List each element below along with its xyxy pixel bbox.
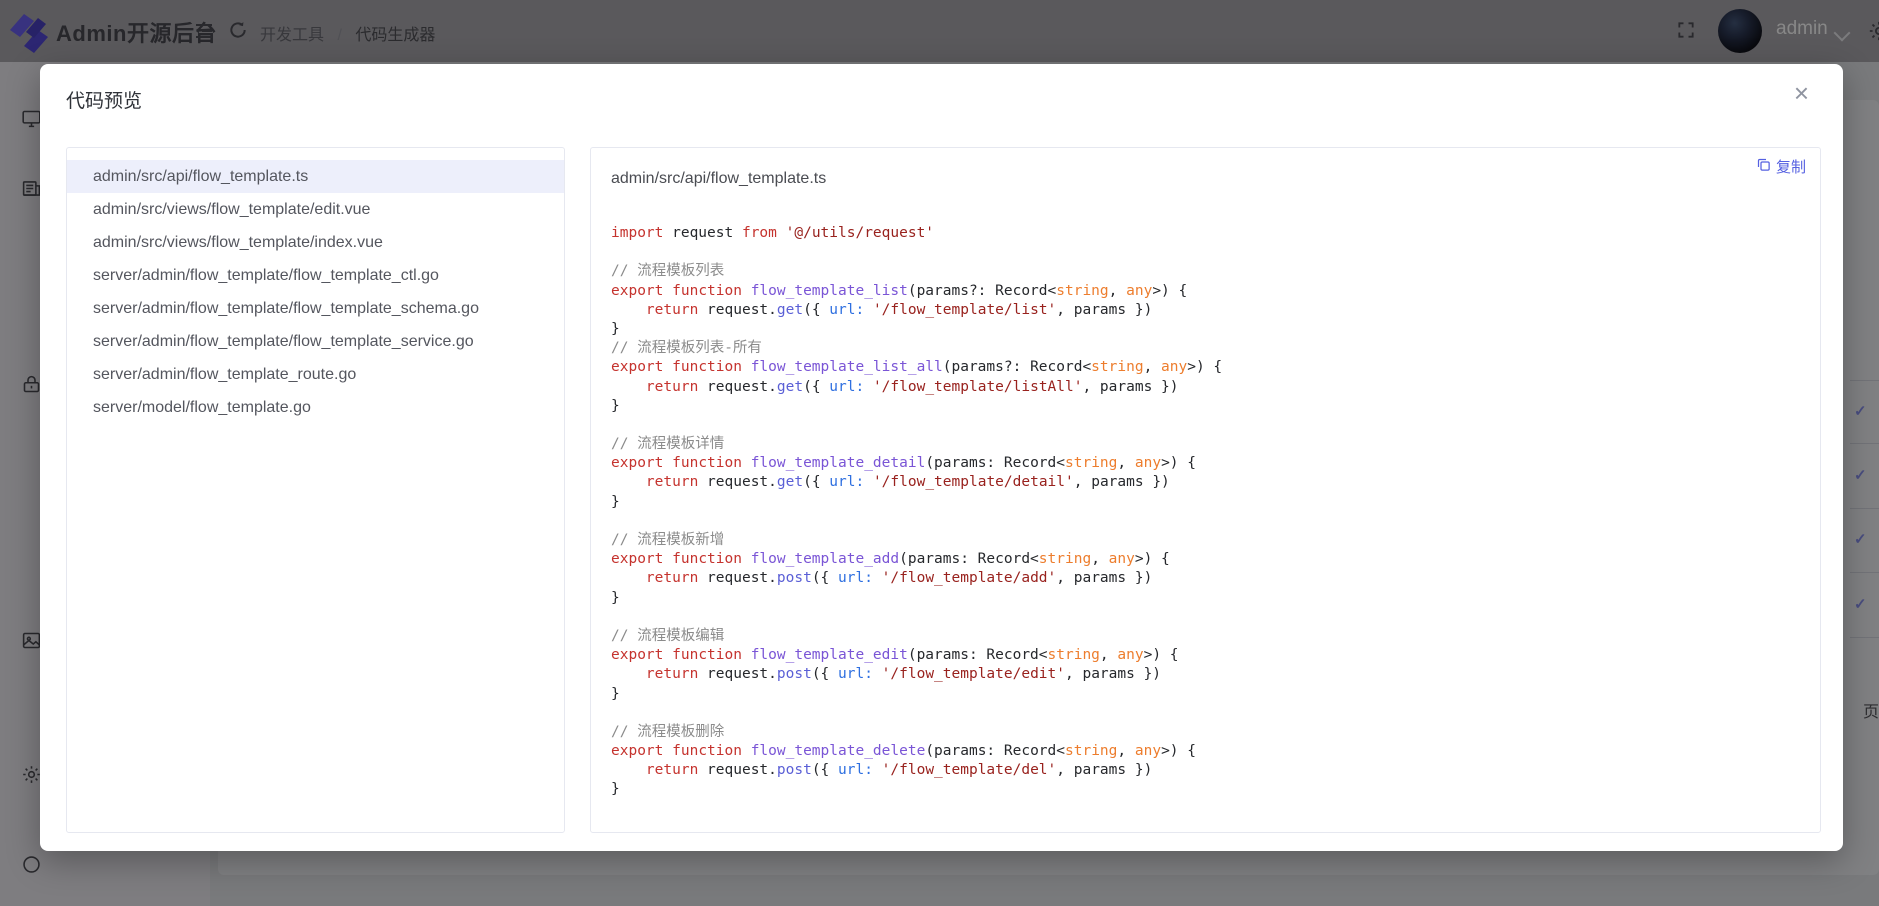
copy-button[interactable]: 复制 — [1756, 156, 1806, 177]
code-line: } — [611, 780, 1812, 799]
code-line: // 流程模板编辑 — [611, 627, 1812, 646]
code-line: // 流程模板删除 — [611, 723, 1812, 742]
file-item[interactable]: server/admin/flow_template/flow_template… — [67, 325, 564, 358]
code-line: export function flow_template_add(params… — [611, 550, 1812, 569]
code-line: export function flow_template_list(param… — [611, 282, 1812, 301]
code-line — [611, 608, 1812, 627]
code-line — [611, 243, 1812, 262]
code-line: return request.post({ url: '/flow_templa… — [611, 569, 1812, 588]
code-line: import request from '@/utils/request' — [611, 224, 1812, 243]
file-item[interactable]: admin/src/views/flow_template/edit.vue — [67, 193, 564, 226]
code-line: return request.post({ url: '/flow_templa… — [611, 761, 1812, 780]
file-list: admin/src/api/flow_template.tsadmin/src/… — [66, 147, 565, 833]
code-line — [611, 416, 1812, 435]
code-line: // 流程模板列表-所有 — [611, 339, 1812, 358]
code-line: // 流程模板新增 — [611, 531, 1812, 550]
file-item[interactable]: admin/src/views/flow_template/index.vue — [67, 226, 564, 259]
code-line: export function flow_template_detail(par… — [611, 454, 1812, 473]
code-panel: admin/src/api/flow_template.ts 复制 import… — [590, 147, 1821, 833]
file-item[interactable]: server/admin/flow_template_route.go — [67, 358, 564, 391]
code-line: } — [611, 589, 1812, 608]
file-item[interactable]: server/admin/flow_template/flow_template… — [67, 259, 564, 292]
code-line: export function flow_template_edit(param… — [611, 646, 1812, 665]
code-line: return request.get({ url: '/flow_templat… — [611, 378, 1812, 397]
code-line: } — [611, 685, 1812, 704]
file-item[interactable]: admin/src/api/flow_template.ts — [67, 160, 564, 193]
code-line: // 流程模板详情 — [611, 435, 1812, 454]
code-preview-modal: 代码预览 × admin/src/api/flow_template.tsadm… — [40, 64, 1843, 851]
screen: Admin开源后台 开发工具 / 代码生成器 — [0, 0, 1879, 906]
code-line: // 流程模板列表 — [611, 262, 1812, 281]
copy-label: 复制 — [1776, 156, 1806, 177]
code-line: export function flow_template_list_all(p… — [611, 358, 1812, 377]
file-item[interactable]: server/admin/flow_template/flow_template… — [67, 292, 564, 325]
code-line: } — [611, 320, 1812, 339]
code-block: import request from '@/utils/request' //… — [611, 224, 1812, 828]
modal-title: 代码预览 — [66, 86, 142, 113]
code-line: return request.post({ url: '/flow_templa… — [611, 665, 1812, 684]
code-line: } — [611, 397, 1812, 416]
code-line: return request.get({ url: '/flow_templat… — [611, 473, 1812, 492]
code-line — [611, 512, 1812, 531]
code-line: return request.get({ url: '/flow_templat… — [611, 301, 1812, 320]
code-filename: admin/src/api/flow_template.ts — [611, 170, 826, 188]
code-line — [611, 704, 1812, 723]
close-icon[interactable]: × — [1794, 80, 1809, 106]
code-line: export function flow_template_delete(par… — [611, 742, 1812, 761]
copy-icon — [1756, 157, 1771, 176]
code-line: } — [611, 493, 1812, 512]
file-item[interactable]: server/model/flow_template.go — [67, 391, 564, 424]
